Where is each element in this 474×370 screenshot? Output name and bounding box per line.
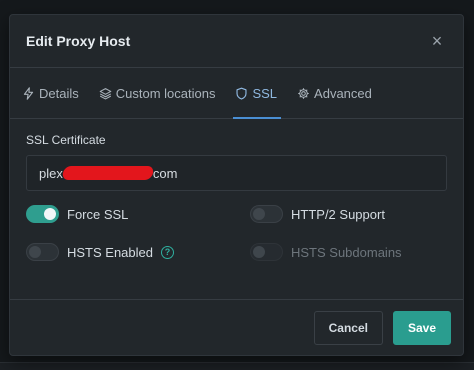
modal-header: Edit Proxy Host × [10, 15, 463, 68]
tab-advanced[interactable]: Advanced [297, 68, 382, 118]
hsts-toggle[interactable] [26, 243, 59, 261]
help-icon[interactable]: ? [161, 245, 174, 259]
tab-label: Details [39, 85, 79, 101]
shield-icon [236, 87, 248, 100]
tab-bar: Details Custom locations SSL Advanced [10, 68, 463, 119]
gear-icon [298, 87, 309, 99]
bolt-icon [23, 86, 34, 100]
force-ssl-toggle[interactable] [26, 205, 59, 223]
hsts-label: HSTS Enabled [67, 244, 153, 260]
toggle-knob [44, 208, 56, 220]
certificate-name-suffix: com [152, 165, 178, 181]
toggle-knob [253, 208, 265, 220]
tab-custom-locations[interactable]: Custom locations [99, 68, 226, 118]
backdrop-table-row [0, 362, 474, 370]
http2-label: HTTP/2 Support [291, 206, 385, 222]
tab-label: SSL [252, 85, 278, 101]
ssl-certificate-label: SSL Certificate [26, 133, 106, 147]
modal-title: Edit Proxy Host [26, 33, 131, 49]
ssl-certificate-select[interactable]: plex com [26, 155, 447, 191]
cancel-button[interactable]: Cancel [313, 310, 383, 345]
close-icon: × [431, 30, 443, 51]
tab-label: Advanced [314, 85, 372, 101]
toggle-knob [253, 246, 265, 258]
ssl-tab-content: SSL Certificate plex com Force SSL HTTP/2… [10, 119, 463, 261]
force-ssl-label: Force SSL [67, 206, 129, 222]
http2-option: HTTP/2 Support [250, 205, 450, 223]
tab-details[interactable]: Details [22, 68, 89, 118]
force-ssl-option: Force SSL [26, 205, 250, 223]
modal-footer: Cancel Save [10, 299, 463, 355]
toggle-knob [29, 246, 41, 258]
http2-toggle[interactable] [250, 205, 283, 223]
hsts-subdomains-label: HSTS Subdomains [291, 244, 402, 260]
hsts-option: HSTS Enabled ? [26, 243, 250, 261]
tab-label: Custom locations [115, 85, 216, 101]
tab-ssl[interactable]: SSL [233, 68, 287, 119]
redaction-mark [61, 166, 155, 180]
hsts-subdomains-toggle [250, 243, 283, 261]
hsts-subdomains-option: HSTS Subdomains [250, 243, 450, 261]
ssl-options: Force SSL HTTP/2 Support HSTS Enabled ? … [26, 205, 447, 261]
certificate-name-prefix: plex [39, 165, 63, 181]
save-button[interactable]: Save [392, 310, 451, 345]
layers-icon [99, 87, 112, 99]
close-button[interactable]: × [427, 31, 447, 52]
edit-proxy-host-modal: Edit Proxy Host × Details Custom locatio… [9, 14, 464, 356]
